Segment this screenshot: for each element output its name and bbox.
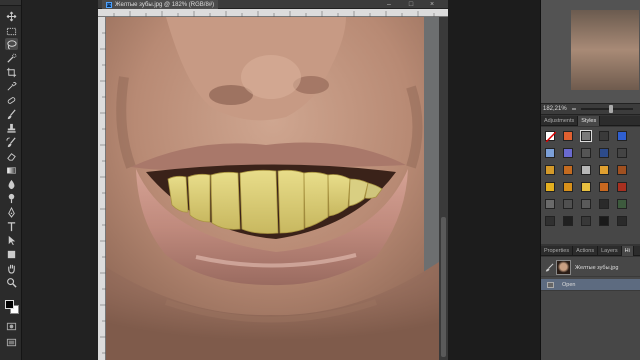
style-swatch[interactable] (580, 130, 592, 142)
foreground-color-swatch[interactable] (5, 300, 14, 309)
style-swatch[interactable] (599, 216, 609, 226)
zoom-icon[interactable] (5, 276, 18, 288)
zoom-slider-knob[interactable] (608, 105, 613, 113)
style-swatch[interactable] (563, 148, 573, 158)
blur-icon[interactable] (5, 178, 18, 190)
style-swatch[interactable] (617, 199, 627, 209)
shape-icon[interactable] (5, 248, 18, 260)
tab-layers[interactable]: Layers (598, 246, 622, 256)
history-state-label: Open (562, 281, 576, 288)
style-swatch[interactable] (563, 199, 573, 209)
brush-icon[interactable] (5, 108, 18, 120)
style-swatch[interactable] (599, 182, 609, 192)
style-swatch[interactable] (563, 182, 573, 192)
style-swatch[interactable] (581, 182, 591, 192)
tab-adjustments[interactable]: Adjustments (541, 116, 579, 126)
eraser-icon[interactable] (5, 150, 18, 162)
tools-panel (0, 0, 22, 360)
gradient-icon[interactable] (5, 164, 18, 176)
style-swatch[interactable] (617, 131, 627, 141)
tab-history[interactable]: Hi (621, 246, 634, 256)
document-window: Ps Желтые зубы.jpg @ 182% (RGB/8#) – □ × (98, 0, 448, 360)
hand-icon[interactable] (5, 262, 18, 274)
style-swatch[interactable] (545, 199, 555, 209)
path-select-icon[interactable] (5, 234, 18, 246)
history-list: Желтые зубы.jpg Open (541, 257, 640, 360)
horizontal-ruler[interactable] (98, 9, 448, 17)
screen-mode-icon[interactable] (5, 336, 18, 348)
vertical-ruler[interactable] (98, 17, 106, 360)
smile-photo (106, 17, 439, 360)
workspace-background (22, 0, 98, 360)
zoom-out-icon[interactable] (571, 106, 577, 112)
dodge-icon[interactable] (5, 192, 18, 204)
styles-grid (541, 127, 640, 244)
history-state-icon (547, 281, 554, 288)
style-swatch[interactable] (599, 131, 609, 141)
style-swatch[interactable] (545, 182, 555, 192)
style-swatch[interactable] (617, 165, 627, 175)
history-state-row[interactable]: Open (541, 279, 640, 291)
style-swatch[interactable] (599, 148, 609, 158)
clone-stamp-icon[interactable] (5, 122, 18, 134)
navigator-panel (541, 0, 640, 103)
quick-select-icon[interactable] (5, 52, 18, 64)
history-brush-icon[interactable] (5, 136, 18, 148)
history-source-brush-icon[interactable] (544, 263, 554, 273)
photoshop-icon: Ps (106, 1, 112, 8)
style-swatch[interactable] (599, 199, 609, 209)
style-swatch[interactable] (563, 131, 573, 141)
tab-properties[interactable]: Properties (541, 246, 574, 256)
style-swatch[interactable] (545, 148, 555, 158)
lasso-icon[interactable] (5, 38, 18, 50)
pen-icon[interactable] (5, 206, 18, 218)
image-canvas[interactable] (106, 17, 439, 360)
maximize-button[interactable]: □ (407, 1, 415, 8)
close-button[interactable]: × (428, 1, 436, 8)
snapshot-label: Желтые зубы.jpg (575, 264, 619, 271)
style-swatch[interactable] (599, 165, 609, 175)
document-tab[interactable]: Ps Желтые зубы.jpg @ 182% (RGB/8#) (102, 0, 219, 9)
zoom-value[interactable]: 182,21% (543, 106, 567, 112)
snapshot-thumbnail (556, 260, 571, 275)
style-swatch[interactable] (617, 216, 627, 226)
zoom-slider[interactable] (580, 105, 633, 113)
style-swatch[interactable] (617, 182, 627, 192)
style-swatch[interactable] (545, 131, 557, 143)
tab-actions[interactable]: Actions (573, 246, 599, 256)
style-swatch[interactable] (581, 216, 591, 226)
style-swatch[interactable] (545, 165, 555, 175)
document-title: Желтые зубы.jpg @ 182% (RGB/8#) (115, 1, 215, 8)
document-tab-bar: Ps Желтые зубы.jpg @ 182% (RGB/8#) – □ × (98, 0, 448, 9)
styles-panel-tabs: Adjustments Styles (541, 116, 640, 126)
tab-styles[interactable]: Styles (578, 116, 601, 126)
spot-heal-icon[interactable] (5, 94, 18, 106)
style-swatch[interactable] (545, 216, 555, 226)
style-swatch[interactable] (581, 148, 591, 158)
style-swatch[interactable] (581, 199, 591, 209)
navigator-zoom-bar: 182,21% (541, 103, 640, 115)
style-swatch[interactable] (563, 165, 573, 175)
style-swatch[interactable] (563, 216, 573, 226)
move-icon[interactable] (5, 10, 18, 22)
panels-dock: 182,21% Adjustments Styles Properties Ac… (540, 0, 640, 360)
navigator-preview[interactable] (571, 10, 639, 90)
workspace-background-right (448, 0, 540, 360)
scrollbar-thumb[interactable] (441, 217, 446, 357)
vertical-scrollbar[interactable] (439, 17, 448, 360)
marquee-icon[interactable] (5, 25, 18, 37)
crop-icon[interactable] (5, 66, 18, 78)
eyedropper-icon[interactable] (5, 80, 18, 92)
minimize-button[interactable]: – (385, 1, 393, 8)
type-icon[interactable] (5, 220, 18, 232)
history-snapshot[interactable]: Желтые зубы.jpg (541, 259, 640, 277)
style-swatch[interactable] (617, 148, 627, 158)
tools-panel-grip[interactable] (0, 0, 21, 6)
history-panel-tabs: Properties Actions Layers Hi (541, 246, 640, 256)
quick-mask-icon[interactable] (5, 320, 18, 332)
style-swatch[interactable] (581, 165, 591, 175)
